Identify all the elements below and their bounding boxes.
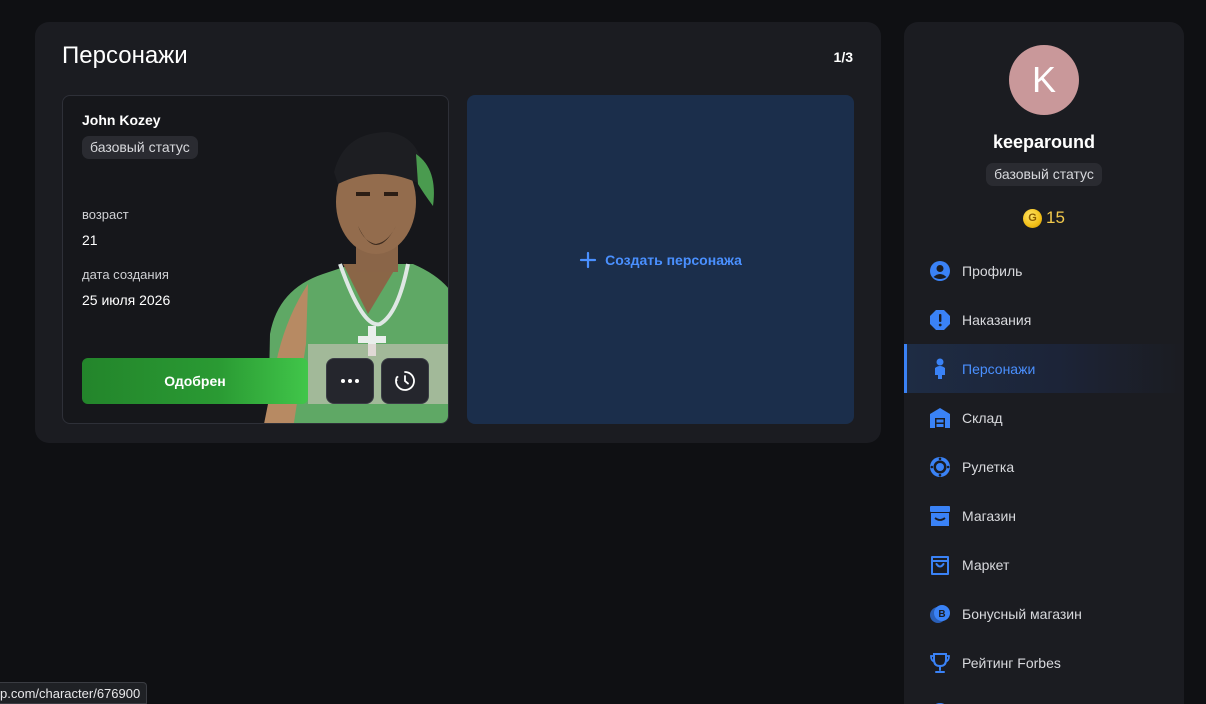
sidebar-item-label: Склад [962, 409, 1003, 426]
sidebar-nav: Профиль Наказания Персонажи Склад Рулетк… [904, 246, 1184, 704]
history-clock-icon [395, 371, 415, 391]
sidebar-item-label: Маркет [962, 556, 1010, 573]
partial-icon [929, 701, 951, 704]
sidebar-item-store[interactable]: Магазин [904, 491, 1184, 540]
svg-text:B: B [938, 609, 945, 620]
age-label: возраст [82, 207, 129, 222]
character-name: John Kozey [82, 112, 161, 128]
sidebar-item-label: Рейтинг Forbes [962, 654, 1061, 671]
sidebar-item-punishments[interactable]: Наказания [904, 295, 1184, 344]
character-card[interactable]: John Kozey базовый статус возраст 21 дат… [62, 95, 449, 424]
more-options-button[interactable] [326, 358, 374, 404]
sidebar-item-label: Бонусный магазин [962, 605, 1082, 622]
avatar[interactable]: K [1009, 45, 1079, 115]
sidebar-item-label: Магазин [962, 507, 1017, 524]
plus-icon [580, 251, 597, 268]
sidebar-item-forbes-rating[interactable]: Рейтинг Forbes [904, 638, 1184, 687]
sidebar-item-market[interactable]: Маркет [904, 540, 1184, 589]
status-badge: базовый статус [82, 136, 198, 159]
sidebar: K keeparound базовый статус G 15 Профиль… [904, 22, 1184, 704]
roulette-icon [929, 456, 951, 478]
history-button[interactable] [381, 358, 429, 404]
user-status-badge: базовый статус [986, 163, 1102, 186]
user-circle-icon [929, 260, 951, 282]
store-icon [929, 505, 951, 527]
sidebar-item-roulette[interactable]: Рулетка [904, 442, 1184, 491]
coin-icon: G [1023, 208, 1043, 228]
sidebar-item-label: Профиль [962, 262, 1023, 279]
username: keeparound [992, 132, 1096, 152]
sidebar-item-profile[interactable]: Профиль [904, 246, 1184, 295]
trophy-icon [929, 652, 951, 674]
characters-panel: Персонажи 1/3 John Kozey базовый статус … [35, 22, 881, 443]
person-icon [929, 358, 951, 380]
created-date-label: дата создания [82, 267, 169, 282]
sidebar-item-warehouse[interactable]: Склад [904, 393, 1184, 442]
shopping-bag-icon [929, 554, 951, 576]
user-status-wrap: базовый статус [904, 163, 1184, 186]
balance: G 15 [904, 208, 1184, 228]
create-character-label: Создать персонажа [605, 251, 742, 268]
status-url: p.com/character/676900 [0, 682, 148, 704]
alert-hexagon-icon [929, 309, 951, 331]
bonus-coin-icon: B [929, 603, 951, 625]
sidebar-item-label: Наказания [962, 311, 1032, 328]
more-dots-icon [341, 379, 359, 383]
page-title: Персонажи [62, 42, 188, 69]
sidebar-item-characters[interactable]: Персонажи [904, 344, 1184, 393]
sidebar-item-bonus-store[interactable]: B Бонусный магазин [904, 589, 1184, 638]
approved-button[interactable]: Одобрен [82, 358, 308, 404]
sidebar-item-label: Персонажи [962, 360, 1036, 377]
character-count: 1/3 [833, 49, 853, 65]
balance-value: 15 [1046, 208, 1065, 227]
create-character-card[interactable]: Создать персонажа [467, 95, 854, 424]
age-value: 21 [82, 232, 98, 248]
created-date-value: 25 июля 2026 [82, 292, 171, 308]
sidebar-item-label: Рулетка [962, 458, 1015, 475]
sidebar-item-more[interactable] [904, 687, 1184, 704]
warehouse-icon [929, 407, 951, 429]
